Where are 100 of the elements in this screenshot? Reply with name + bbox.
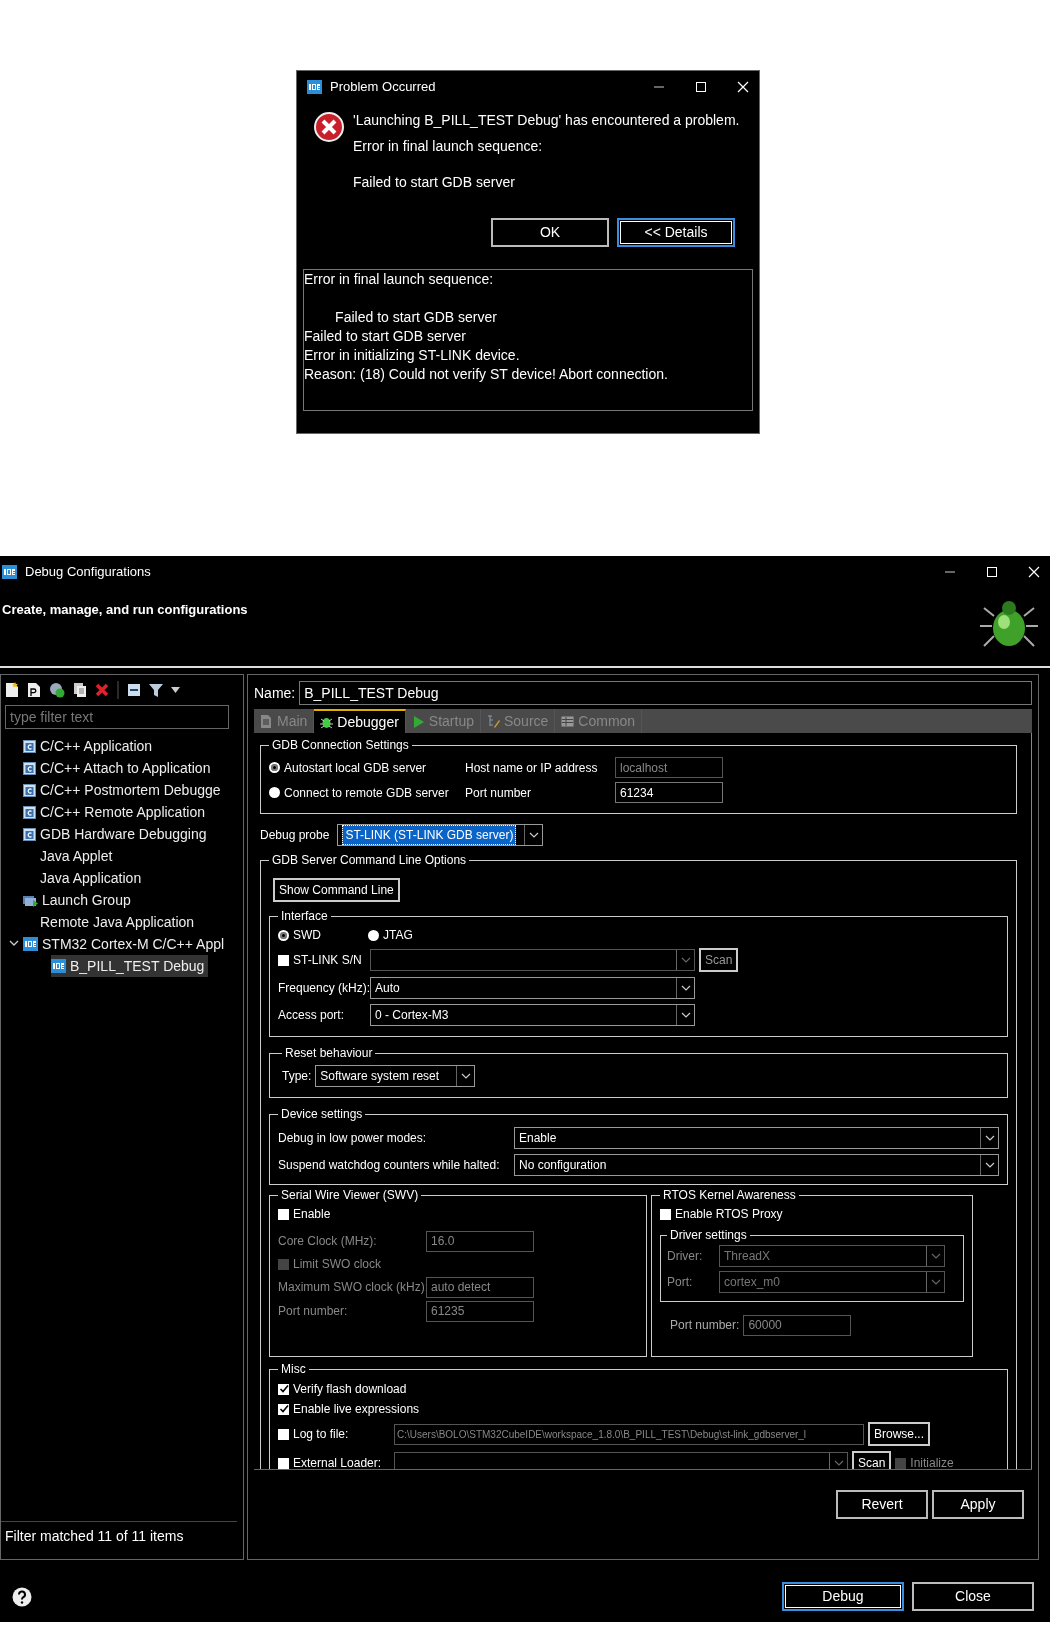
ide-icon [2,565,17,579]
ok-button[interactable]: OK [491,217,609,247]
checkbox-icon[interactable] [278,1403,289,1415]
group-title: Misc [280,1363,307,1375]
radio-icon[interactable] [368,929,379,941]
radio-icon[interactable] [269,762,280,773]
checkbox-icon[interactable] [278,954,289,966]
maximize-icon[interactable] [986,566,998,578]
name-field[interactable]: B_PILL_TEST Debug [299,681,1032,705]
dropdown[interactable]: No configuration [514,1153,999,1176]
group-title: GDB Server Command Line Options [271,854,468,866]
close-icon[interactable] [737,81,749,93]
input-field[interactable]: 61235 [426,1300,534,1322]
details-button[interactable]: << Details [617,217,735,247]
tree-item[interactable]: Launch Group [23,889,135,911]
filter-status: Filter matched 11 of 11 items [1,1521,237,1559]
input-field[interactable]: 16.0 [426,1230,534,1252]
chevron-down-icon [833,1460,844,1466]
checkbox[interactable]: Enable [278,1205,331,1223]
checkbox[interactable]: Verify flash download [278,1380,407,1398]
new-prototype-icon[interactable] [27,682,41,698]
checkbox[interactable]: ST-LINK S/N [278,951,370,969]
scan-button[interactable]: Scan [852,1451,892,1469]
dropdown[interactable]: 0 - Cortex-M3 [370,1003,695,1026]
debug-button[interactable]: Debug [782,1582,904,1611]
checkbox-icon[interactable] [660,1208,671,1220]
radio-button[interactable]: SWD [278,926,368,944]
tree-item[interactable]: STM32 Cortex-M C/C++ Appl [23,933,229,955]
field-label: Core Clock (MHz): [278,1233,378,1250]
input-field[interactable]: 60000 [743,1314,852,1336]
dropdown[interactable]: ThreadX [719,1245,945,1267]
dropdown[interactable]: Enable [514,1126,999,1149]
error-reason: Failed to start GDB server [353,173,516,192]
apply-button[interactable]: Apply [932,1490,1024,1519]
filter-field[interactable]: type filter text [5,705,229,729]
checkbox[interactable]: Enable live expressions [278,1400,420,1418]
dropdown[interactable] [394,1452,848,1469]
error-icon [313,111,345,143]
delete-icon[interactable] [95,683,109,697]
help-icon[interactable] [12,1586,32,1607]
checkbox-icon[interactable] [278,1428,289,1440]
radio-icon[interactable] [278,929,289,941]
radio-button[interactable]: JTAG [368,926,413,944]
tree-item[interactable]: C/C++ Application [23,735,157,757]
tree-item[interactable]: Remote Java Application [23,911,199,933]
checkbox[interactable]: Initialize [895,1454,954,1469]
checkbox-icon[interactable] [278,1258,289,1270]
tree-item[interactable]: C/C++ Remote Application [23,801,209,823]
chevron-down-icon [528,832,539,838]
expanded-chevron-icon[interactable] [9,940,19,948]
radio-button[interactable]: Connect to remote GDB server [269,783,465,802]
checkbox-icon[interactable] [278,1208,289,1220]
tree-item[interactable]: C/C++ Attach to Application [23,757,215,779]
duplicate-icon[interactable] [73,682,87,698]
checkbox-icon[interactable] [278,1383,289,1395]
field-label: Port number: [278,1303,349,1320]
checkbox[interactable]: Enable RTOS Proxy [660,1205,783,1223]
field-label: Port: [667,1274,694,1291]
checkbox[interactable]: Log to file: [278,1425,394,1443]
tree-item[interactable]: GDB Hardware Debugging [23,823,211,845]
checkbox-icon[interactable] [278,1457,289,1469]
revert-button[interactable]: Revert [836,1490,928,1519]
radio-icon[interactable] [269,787,280,798]
dropdown[interactable] [370,949,695,971]
tree-item[interactable]: Java Applet [23,845,117,867]
browse-button[interactable]: Browse... [868,1422,930,1446]
dropdown[interactable]: Software system reset [315,1065,476,1087]
dropdown[interactable]: cortex_m0 [719,1271,945,1293]
toolbar-separator-icon [117,681,119,699]
input-field[interactable]: 61234 [615,782,723,803]
play-icon [411,714,425,728]
export-icon[interactable] [49,682,65,698]
input-field[interactable]: auto detect [426,1276,534,1298]
dropdown[interactable]: ST-LINK (ST-LINK GDB server) [337,824,544,846]
chevron-down-icon [984,1161,995,1168]
c-file-icon [23,783,36,797]
checkbox[interactable]: External Loader: [278,1454,394,1469]
show-command-line-button[interactable]: Show Command Line [273,878,400,902]
tree-item[interactable]: B_PILL_TEST Debug [51,955,209,977]
maximize-icon[interactable] [695,81,707,93]
field-label: Frequency (kHz): [278,979,370,997]
dropdown[interactable]: Auto [370,976,695,999]
field-label: Access port: [278,1006,346,1024]
input-field[interactable]: C:\Users\BOLO\STM32CubeIDE\workspace_1.8.0\B_PILL_TEST\Debug\st-link_gdbserver_l [394,1423,864,1445]
close-icon[interactable] [1028,566,1040,578]
group-title: Serial Wire Viewer (SWV) [280,1189,420,1201]
radio-button[interactable]: Autostart local GDB server [269,758,465,777]
dropdown-caret-icon[interactable] [171,687,180,693]
close-button[interactable]: Close [912,1582,1034,1611]
filter-icon[interactable] [149,683,163,697]
checkbox-icon[interactable] [895,1457,907,1469]
window-title: Debug Configurations [25,563,151,582]
tree-item[interactable]: Java Application [23,867,146,889]
scan-button[interactable]: Scan [699,948,739,972]
new-file-icon[interactable] [5,682,19,698]
tree-item[interactable]: C/C++ Postmortem Debugge [23,779,225,801]
checkbox[interactable]: Limit SWO clock [278,1255,381,1273]
tab[interactable]: Debugger [314,709,406,733]
collapse-all-icon[interactable] [127,683,141,697]
group-title: Device settings [280,1108,364,1120]
